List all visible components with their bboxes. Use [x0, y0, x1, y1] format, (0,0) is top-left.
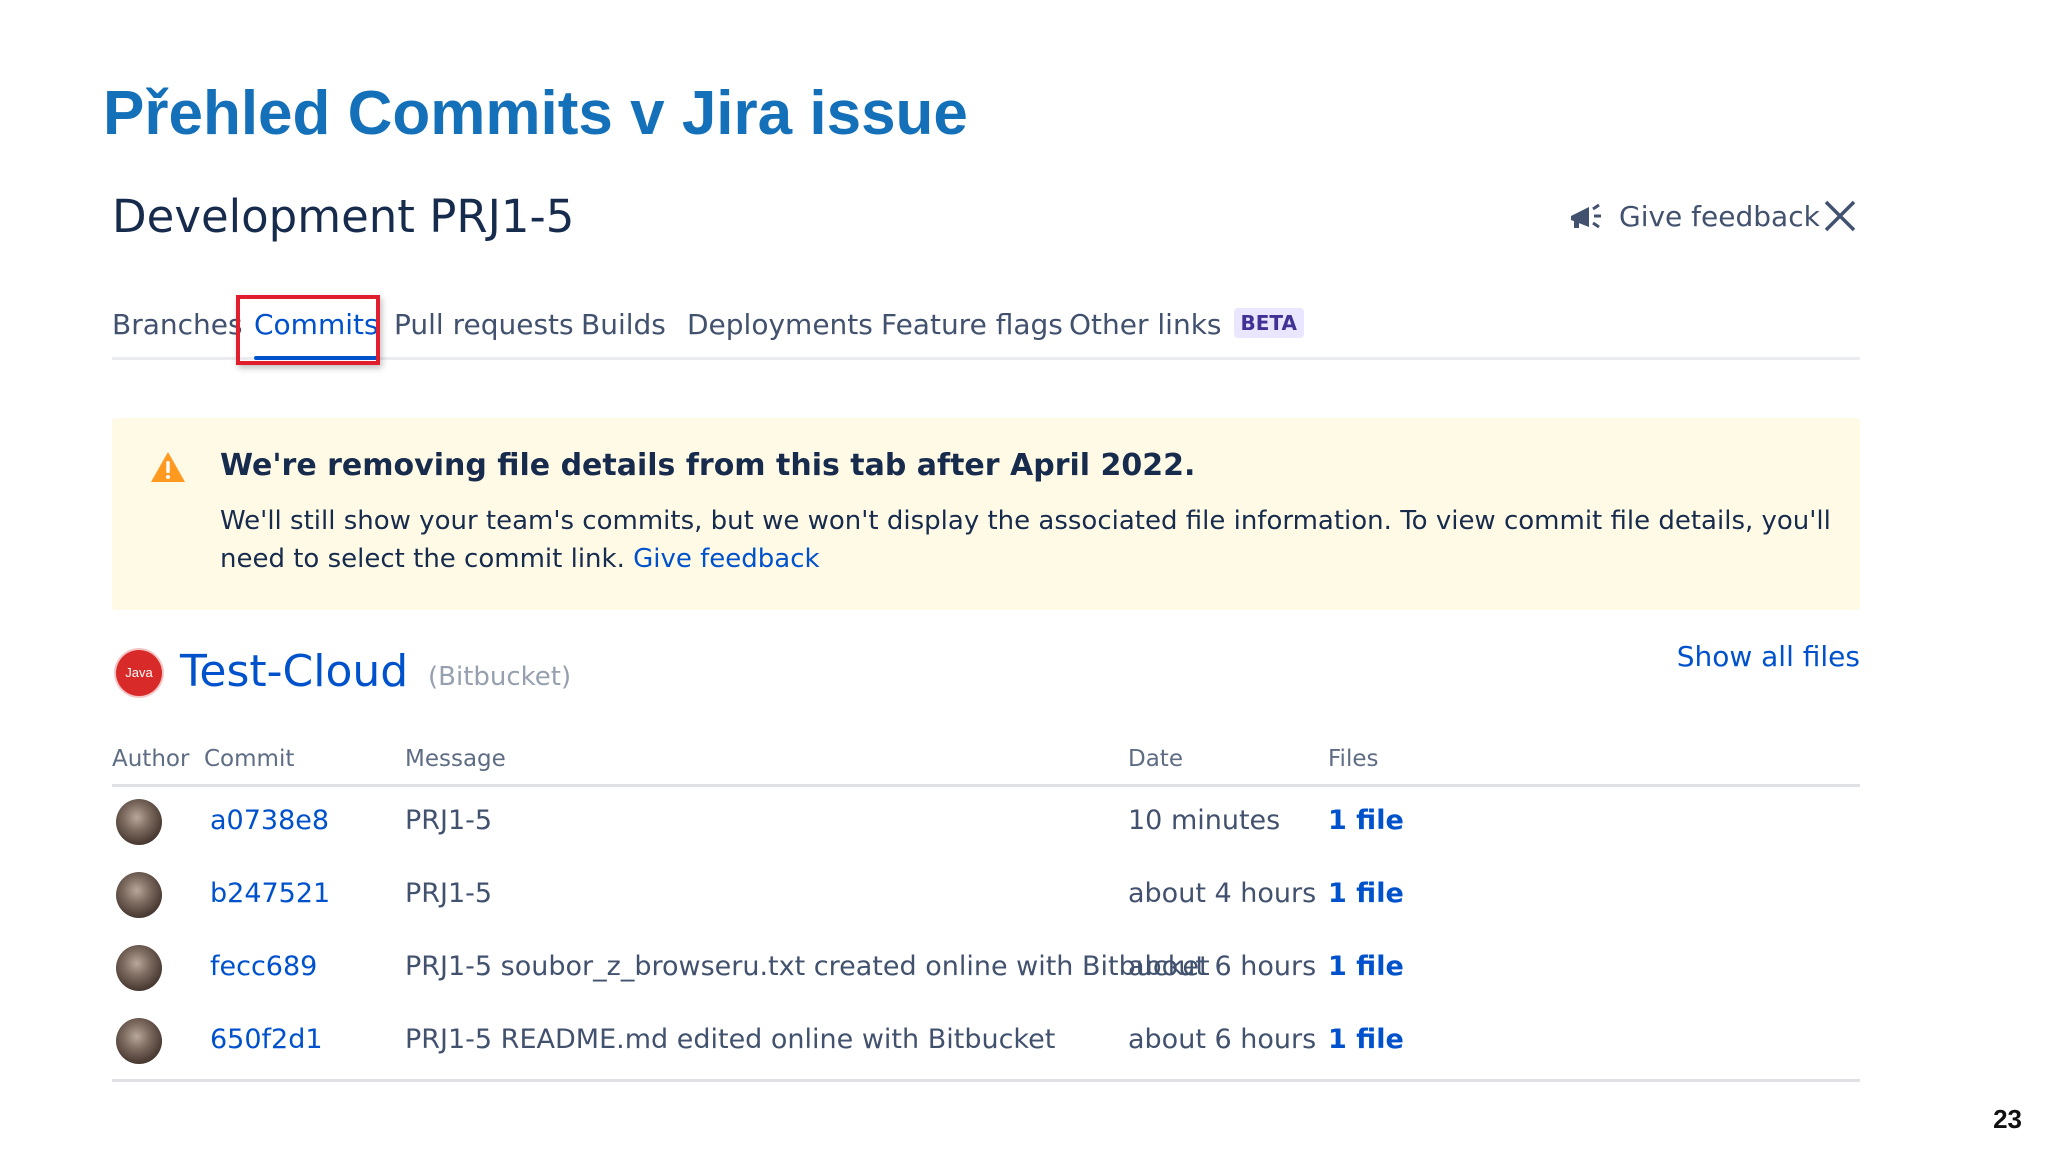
repo-avatar: Java	[116, 650, 162, 696]
author-avatar	[116, 799, 162, 845]
table-header: Author Commit Message Date Files	[112, 740, 1860, 787]
close-icon[interactable]	[1820, 196, 1860, 236]
warning-give-feedback-link[interactable]: Give feedback	[633, 544, 819, 574]
table-row: fecc689 PRJ1-5 soubor_z_browseru.txt cre…	[112, 933, 1860, 1006]
commit-date: about 6 hours	[1128, 951, 1317, 982]
header-files: Files	[1328, 746, 1379, 772]
tab-deployments[interactable]: Deployments	[687, 303, 873, 357]
megaphone-icon	[1571, 203, 1601, 229]
commit-date: about 6 hours	[1128, 1024, 1317, 1055]
repository-header: Java Test-Cloud (Bitbucket) Show all fil…	[112, 640, 1860, 700]
tab-feature-flags[interactable]: Feature flags	[881, 303, 1063, 357]
commit-hash-link[interactable]: fecc689	[210, 951, 317, 982]
warning-body: We'll still show your team's commits, bu…	[220, 502, 1840, 578]
give-feedback-label: Give feedback	[1619, 199, 1820, 233]
repo-source: (Bitbucket)	[428, 662, 572, 692]
author-avatar	[116, 1018, 162, 1064]
table-row: b247521 PRJ1-5 about 4 hours 1 file	[112, 860, 1860, 933]
commits-tab-highlight	[236, 295, 380, 365]
table-row: 650f2d1 PRJ1-5 README.md edited online w…	[112, 1006, 1860, 1082]
commit-message: PRJ1-5 README.md edited online with Bitb…	[405, 1024, 1056, 1055]
slide-title: Přehled Commits v Jira issue	[103, 79, 968, 148]
warning-title: We're removing file details from this ta…	[220, 448, 1196, 483]
panel-title: Development PRJ1-5	[112, 190, 575, 243]
show-all-files-link[interactable]: Show all files	[1677, 640, 1860, 673]
commit-files-link[interactable]: 1 file	[1328, 878, 1404, 909]
header-message: Message	[405, 746, 506, 772]
commit-message: PRJ1-5	[405, 878, 493, 909]
tab-other-links[interactable]: Other links BETA	[1069, 303, 1304, 357]
commit-hash-link[interactable]: 650f2d1	[210, 1024, 323, 1055]
tab-other-links-label: Other links	[1069, 308, 1222, 341]
commit-message: PRJ1-5	[405, 805, 493, 836]
author-avatar	[116, 872, 162, 918]
commit-date: 10 minutes	[1128, 805, 1281, 836]
warning-icon	[151, 452, 185, 482]
tab-builds[interactable]: Builds	[581, 303, 666, 357]
tab-pull-requests[interactable]: Pull requests	[394, 303, 574, 357]
commit-files-link[interactable]: 1 file	[1328, 951, 1404, 982]
give-feedback-button[interactable]: Give feedback	[1565, 192, 1820, 240]
commit-files-link[interactable]: 1 file	[1328, 1024, 1404, 1055]
warning-banner: We're removing file details from this ta…	[112, 418, 1860, 610]
commit-files-link[interactable]: 1 file	[1328, 805, 1404, 836]
tab-branches[interactable]: Branches	[112, 303, 243, 357]
commit-hash-link[interactable]: b247521	[210, 878, 330, 909]
commit-message: PRJ1-5 soubor_z_browseru.txt created onl…	[405, 951, 1210, 982]
header-author: Author	[112, 746, 190, 772]
repo-name-link[interactable]: Test-Cloud	[180, 646, 408, 697]
commit-hash-link[interactable]: a0738e8	[210, 805, 329, 836]
commit-date: about 4 hours	[1128, 878, 1317, 909]
beta-badge: BETA	[1233, 308, 1304, 338]
header-commit: Commit	[204, 746, 295, 772]
header-date: Date	[1128, 746, 1183, 772]
warning-text: We'll still show your team's commits, bu…	[220, 506, 1831, 574]
page-number: 23	[1993, 1104, 2022, 1134]
author-avatar	[116, 945, 162, 991]
commits-table: Author Commit Message Date Files a0738e8…	[112, 740, 1860, 1082]
table-row: a0738e8 PRJ1-5 10 minutes 1 file	[112, 787, 1860, 860]
